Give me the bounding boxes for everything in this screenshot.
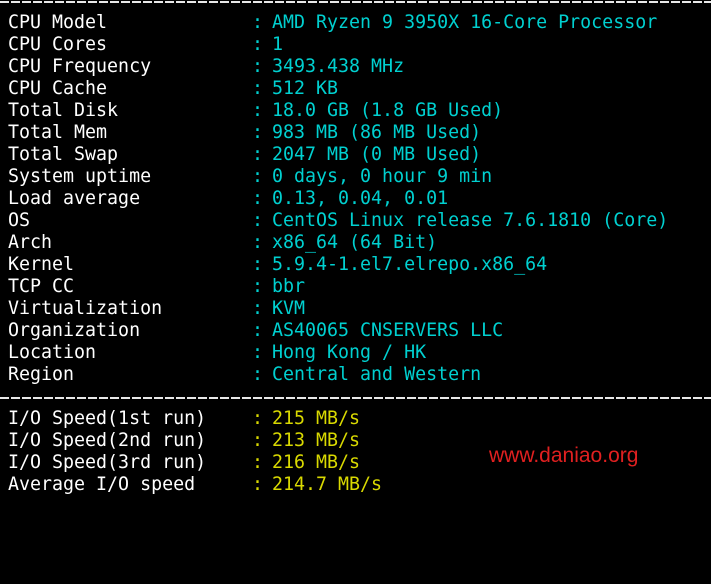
info-separator: : [252, 232, 264, 253]
info-separator: : [252, 78, 264, 99]
top-divider [0, 1, 711, 3]
info-row-system-uptime: System uptime : 0 days, 0 hour 9 min [0, 166, 711, 188]
info-separator: : [252, 122, 264, 143]
info-row-os: OS : CentOS Linux release 7.6.1810 (Core… [0, 210, 711, 232]
info-value: Central and Western [272, 364, 482, 385]
io-value: 216 MB/s [272, 452, 361, 473]
info-separator: : [252, 320, 264, 341]
info-row-cpu-frequency: CPU Frequency : 3493.438 MHz [0, 56, 711, 78]
info-key: Total Disk [8, 100, 119, 121]
info-value: KVM [272, 298, 306, 319]
info-key: Total Mem [8, 122, 108, 143]
info-value: 2047 MB (0 MB Used) [272, 144, 482, 165]
info-row-location: Location : Hong Kong / HK [0, 342, 711, 364]
io-key: Average I/O speed [8, 474, 196, 495]
info-value: 1 [272, 34, 284, 55]
info-row-total-disk: Total Disk : 18.0 GB (1.8 GB Used) [0, 100, 711, 122]
info-value: 3493.438 MHz [272, 56, 405, 77]
info-key: System uptime [8, 166, 152, 187]
terminal-window[interactable]: CPU Model : AMD Ryzen 9 3950X 16-Core Pr… [0, 0, 711, 508]
info-key: Total Swap [8, 144, 119, 165]
info-key: Region [8, 364, 75, 385]
info-value: bbr [272, 276, 306, 297]
io-key: I/O Speed(3rd run) [8, 452, 207, 473]
info-separator: : [252, 12, 264, 33]
info-row-cpu-cache: CPU Cache : 512 KB [0, 78, 711, 100]
info-value: 983 MB (86 MB Used) [272, 122, 482, 143]
io-value: 213 MB/s [272, 430, 361, 451]
info-separator: : [252, 56, 264, 77]
info-separator: : [252, 342, 264, 363]
info-separator: : [252, 100, 264, 121]
info-value: 18.0 GB (1.8 GB Used) [272, 100, 504, 121]
info-key: TCP CC [8, 276, 75, 297]
info-key: Load average [8, 188, 141, 209]
info-row-kernel: Kernel : 5.9.4-1.el7.elrepo.x86_64 [0, 254, 711, 276]
info-separator: : [252, 188, 264, 209]
io-separator: : [252, 452, 264, 473]
io-key: I/O Speed(1st run) [8, 408, 207, 429]
info-separator: : [252, 144, 264, 165]
info-key: Virtualization [8, 298, 163, 319]
info-separator: : [252, 364, 264, 385]
info-separator: : [252, 276, 264, 297]
info-separator: : [252, 210, 264, 231]
info-key: Arch [8, 232, 53, 253]
info-key: CPU Model [8, 12, 108, 33]
info-key: Location [8, 342, 97, 363]
info-row-total-mem: Total Mem : 983 MB (86 MB Used) [0, 122, 711, 144]
info-key: Kernel [8, 254, 75, 275]
io-value: 214.7 MB/s [272, 474, 383, 495]
info-key: CPU Cores [8, 34, 108, 55]
info-key: Organization [8, 320, 141, 341]
io-separator: : [252, 474, 264, 495]
io-separator: : [252, 408, 264, 429]
io-value: 215 MB/s [272, 408, 361, 429]
info-row-organization: Organization : AS40065 CNSERVERS LLC [0, 320, 711, 342]
info-separator: : [252, 298, 264, 319]
info-row-tcp-cc: TCP CC : bbr [0, 276, 711, 298]
info-row-cpu-cores: CPU Cores : 1 [0, 34, 711, 56]
io-row-1st-run: I/O Speed(1st run) : 215 MB/s [0, 408, 711, 430]
info-row-region: Region : Central and Western [0, 364, 711, 386]
section-divider [0, 397, 711, 399]
watermark-text: www.daniao.org [489, 444, 639, 467]
info-value: 5.9.4-1.el7.elrepo.x86_64 [272, 254, 548, 275]
info-row-total-swap: Total Swap : 2047 MB (0 MB Used) [0, 144, 711, 166]
info-row-cpu-model: CPU Model : AMD Ryzen 9 3950X 16-Core Pr… [0, 12, 711, 34]
info-value: AS40065 CNSERVERS LLC [272, 320, 504, 341]
info-separator: : [252, 34, 264, 55]
info-row-load-average: Load average : 0.13, 0.04, 0.01 [0, 188, 711, 210]
info-separator: : [252, 254, 264, 275]
info-separator: : [252, 166, 264, 187]
io-row-average: Average I/O speed : 214.7 MB/s [0, 474, 711, 496]
io-separator: : [252, 430, 264, 451]
info-row-arch: Arch : x86_64 (64 Bit) [0, 232, 711, 254]
info-value: Hong Kong / HK [272, 342, 427, 363]
info-value: x86_64 (64 Bit) [272, 232, 438, 253]
info-key: OS [8, 210, 31, 231]
info-value: 0 days, 0 hour 9 min [272, 166, 493, 187]
info-value: 0.13, 0.04, 0.01 [272, 188, 449, 209]
info-key: CPU Cache [8, 78, 108, 99]
info-value: CentOS Linux release 7.6.1810 (Core) [272, 210, 669, 231]
info-value: 512 KB [272, 78, 339, 99]
info-row-virtualization: Virtualization : KVM [0, 298, 711, 320]
io-key: I/O Speed(2nd run) [8, 430, 207, 451]
info-key: CPU Frequency [8, 56, 152, 77]
info-value: AMD Ryzen 9 3950X 16-Core Processor [272, 12, 658, 33]
